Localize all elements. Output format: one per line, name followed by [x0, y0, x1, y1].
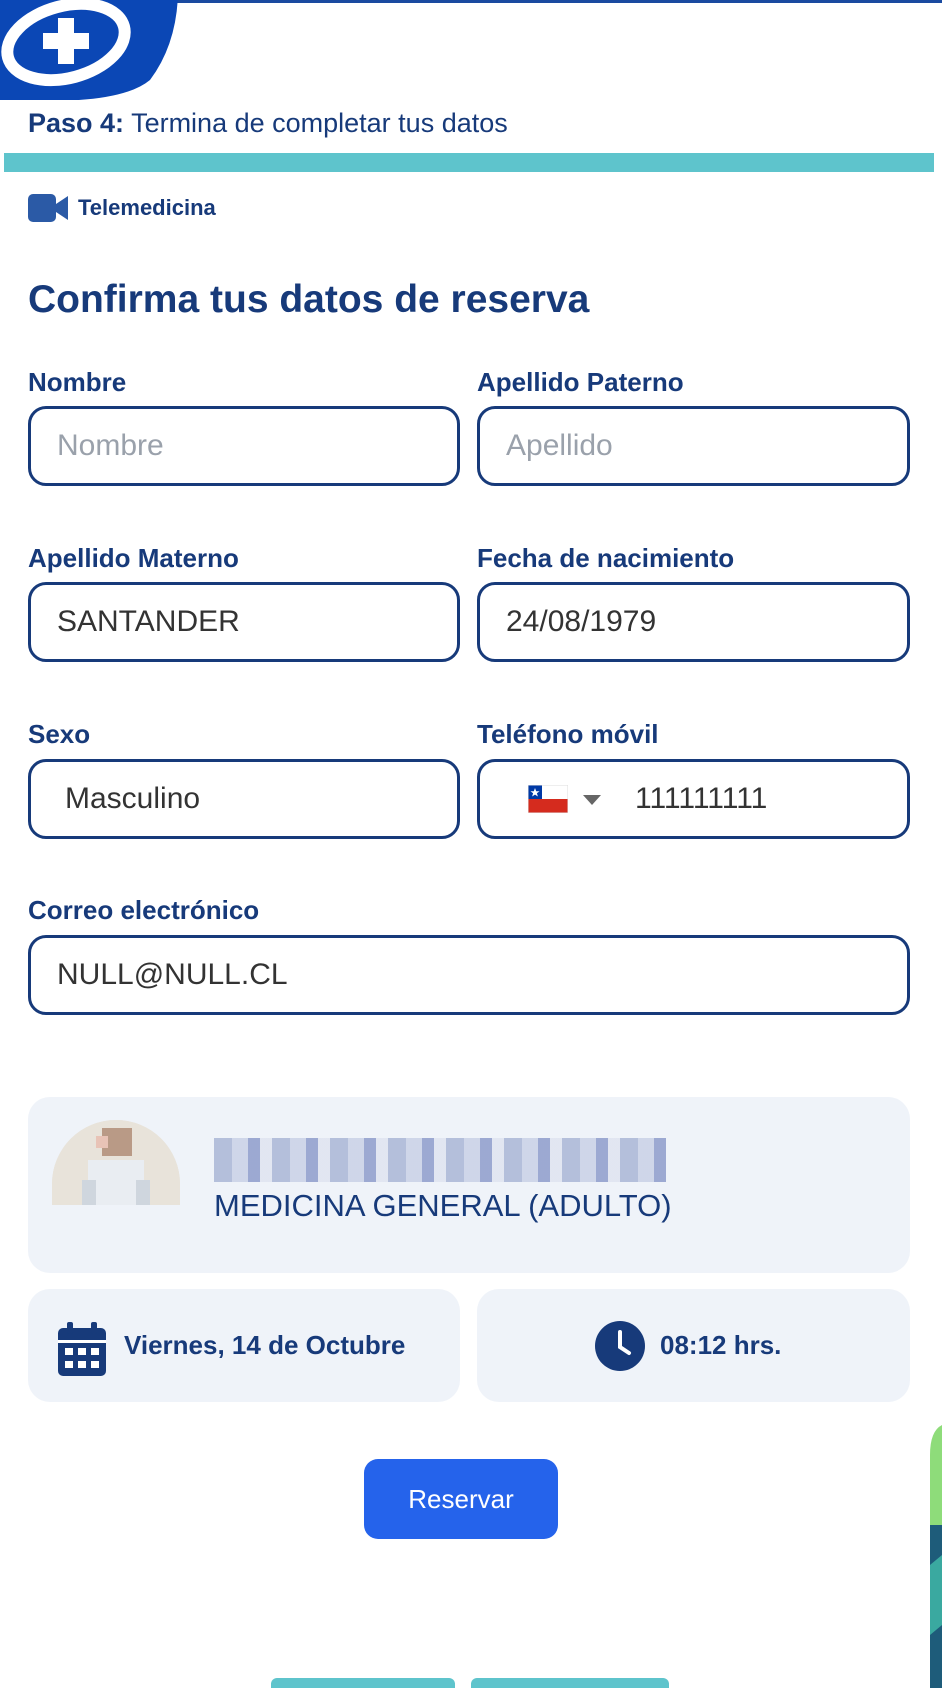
step-text: Termina de completar tus datos [131, 108, 508, 138]
apellido-paterno-label: Apellido Paterno [477, 367, 684, 397]
video-camera-icon [28, 194, 68, 222]
fecha-nacimiento-label: Fecha de nacimiento [477, 543, 735, 573]
chile-flag-icon[interactable] [528, 785, 568, 813]
clinic-logo [0, 0, 178, 100]
appointment-type: Telemedicina [28, 194, 216, 222]
doctor-photo [52, 1120, 180, 1205]
calendar-icon [58, 1322, 106, 1376]
step-indicator: Paso 4: Termina de completar tus datos [28, 108, 508, 139]
nombre-label: Nombre [28, 367, 127, 397]
appointment-date: Viernes, 14 de Octubre [124, 1330, 406, 1360]
country-dropdown-icon[interactable] [583, 795, 601, 805]
progress-bar [4, 153, 934, 172]
time-card: 08:12 hrs. [477, 1289, 910, 1402]
doctor-avatar [52, 1120, 180, 1205]
date-card: Viernes, 14 de Octubre [28, 1289, 460, 1402]
bottom-tab-right[interactable] [471, 1678, 669, 1688]
fecha-nacimiento-input[interactable] [477, 582, 910, 662]
nombre-input[interactable] [28, 406, 460, 486]
doctor-specialty: MEDICINA GENERAL (ADULTO) [214, 1188, 672, 1223]
appointment-time: 08:12 hrs. [660, 1330, 782, 1360]
correo-label: Correo electrónico [28, 895, 260, 925]
correo-input[interactable] [28, 935, 910, 1015]
decorative-edge [930, 1425, 942, 1688]
appointment-type-label: Telemedicina [78, 195, 216, 220]
doctor-name-redacted [214, 1138, 666, 1182]
apellido-materno-label: Apellido Materno [28, 543, 239, 573]
apellido-materno-input[interactable] [28, 582, 460, 662]
page-title: Confirma tus datos de reserva [28, 278, 590, 321]
telefono-label: Teléfono móvil [477, 719, 659, 749]
clock-icon [595, 1321, 645, 1371]
sexo-label: Sexo [28, 719, 91, 749]
bottom-tab-left[interactable] [271, 1678, 455, 1688]
step-label: Paso 4: [28, 108, 125, 138]
telefono-field[interactable]: 111111111 [477, 759, 910, 839]
sexo-select[interactable] [28, 759, 460, 839]
telefono-value[interactable]: 111111111 [635, 782, 767, 816]
reserve-button[interactable]: Reservar [364, 1459, 558, 1539]
doctor-card: MEDICINA GENERAL (ADULTO) [28, 1097, 910, 1273]
apellido-paterno-input[interactable] [477, 406, 910, 486]
